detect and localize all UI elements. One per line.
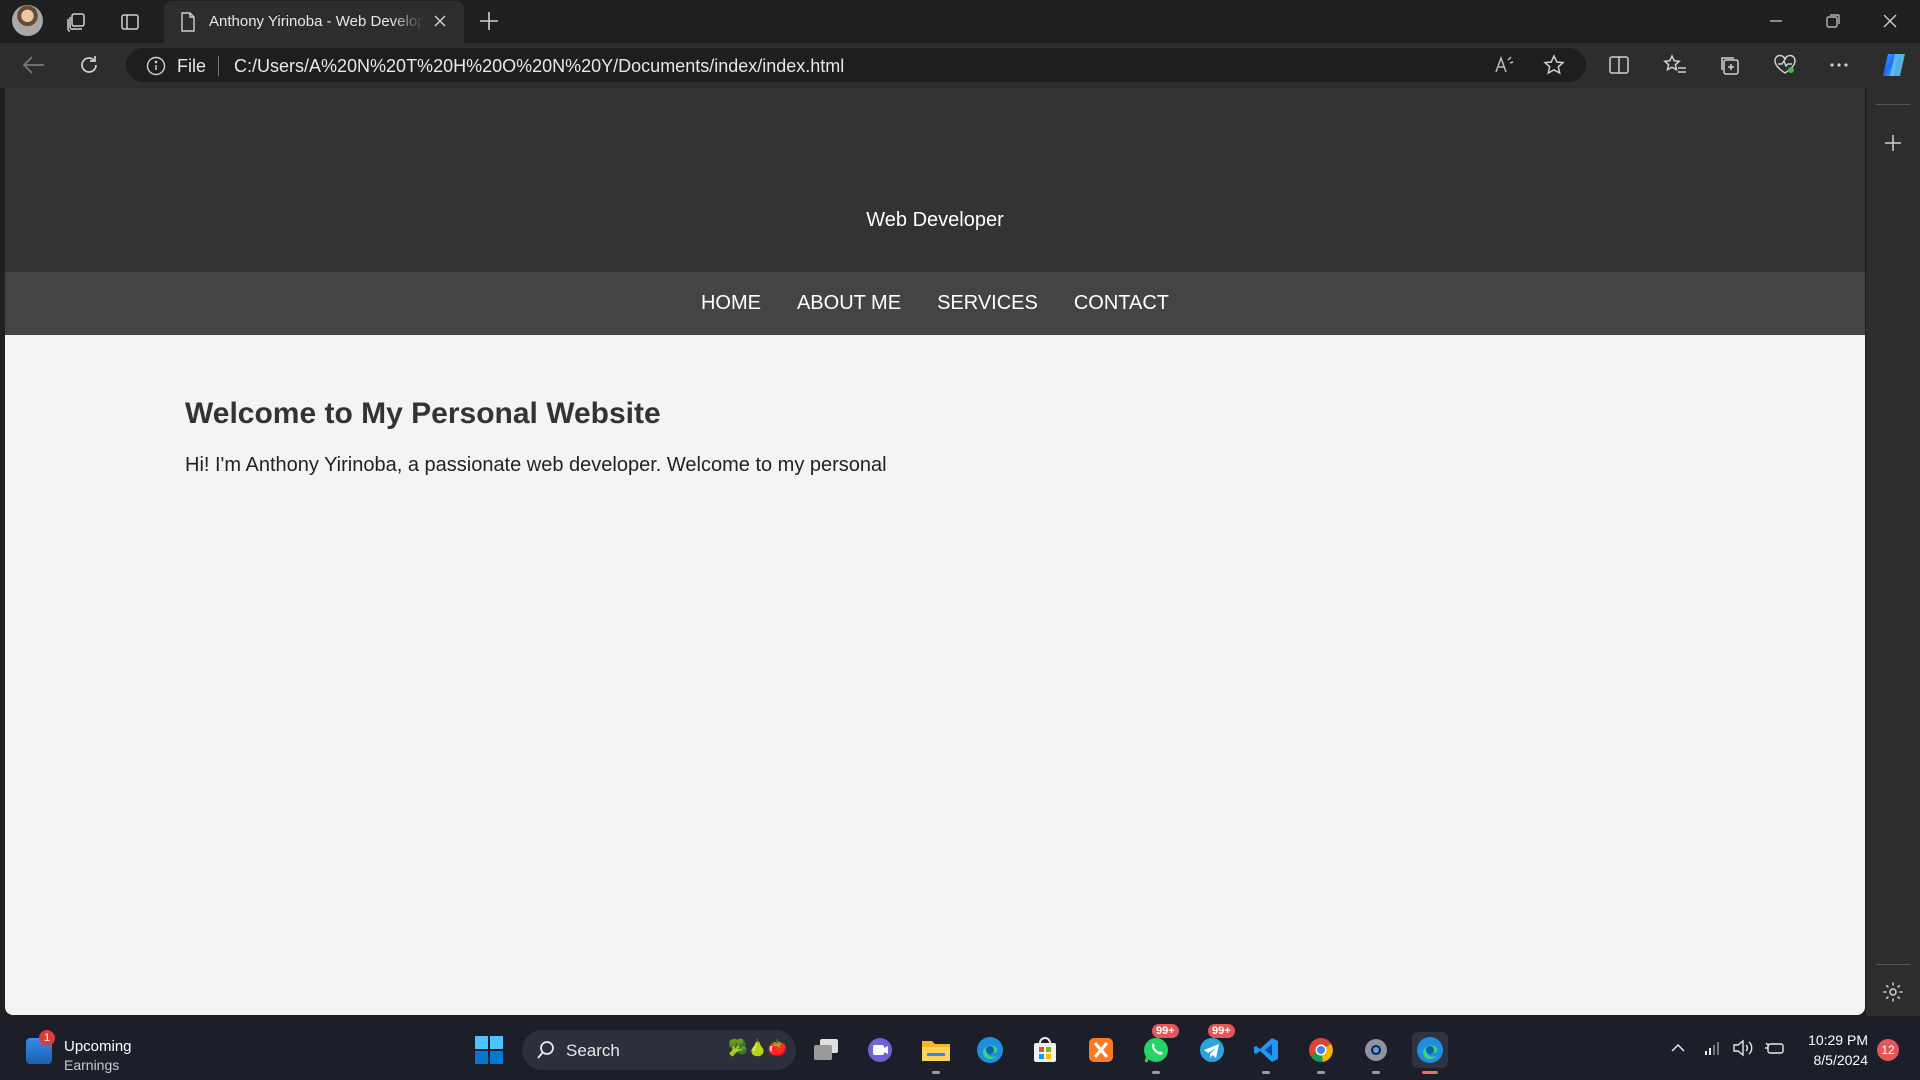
sidebar-settings-gear-icon[interactable]: [1882, 981, 1904, 1008]
task-view-icon[interactable]: [808, 1032, 844, 1068]
file-explorer-icon[interactable]: [918, 1032, 954, 1074]
more-options-icon[interactable]: [1828, 54, 1850, 81]
read-aloud-icon[interactable]: [1493, 54, 1515, 81]
workspaces-icon[interactable]: [62, 7, 92, 37]
nav-link-services[interactable]: SERVICES: [937, 272, 1038, 335]
copilot-icon[interactable]: [1879, 51, 1909, 84]
running-indicator: [1317, 1071, 1325, 1074]
browser-tab-active[interactable]: Anthony Yirinoba - Web Developer: [164, 1, 464, 43]
nav-link-contact[interactable]: CONTACT: [1074, 272, 1169, 335]
whatsapp-icon[interactable]: 99+: [1138, 1024, 1179, 1074]
favorite-star-icon[interactable]: [1543, 54, 1565, 81]
active-indicator: [1422, 1071, 1438, 1074]
url-text[interactable]: C:/Users/A%20N%20T%20H%20O%20N%20Y/Docum…: [234, 56, 844, 77]
earnings-widget[interactable]: 1 Upcoming Earnings: [26, 1030, 156, 1073]
telegram-unread-badge: 99+: [1208, 1024, 1235, 1038]
favorites-list-icon[interactable]: [1663, 54, 1687, 81]
close-window-icon[interactable]: [1870, 8, 1910, 34]
running-indicator: [1262, 1071, 1270, 1074]
widget-line2: Earnings: [64, 1057, 120, 1073]
vertical-tabs-icon[interactable]: [115, 7, 145, 37]
site-nav: HOME ABOUT ME SERVICES CONTACT: [5, 272, 1865, 335]
search-highlight-icon: 🥦🍐🍅: [728, 1040, 788, 1057]
info-icon[interactable]: [146, 56, 166, 81]
widget-badge: 1: [39, 1030, 55, 1046]
split-screen-icon[interactable]: [1608, 54, 1630, 81]
nav-link-about-me[interactable]: ABOUT ME: [797, 272, 901, 335]
chevron-up-icon[interactable]: [1669, 1039, 1687, 1062]
browser-titlebar: Anthony Yirinoba - Web Developer: [0, 0, 1920, 43]
running-indicator: [1372, 1071, 1380, 1074]
site-subtitle: Web Developer: [866, 209, 1004, 231]
network-signal-icon[interactable]: [1703, 1039, 1721, 1062]
running-indicator: [1152, 1071, 1160, 1074]
profile-avatar[interactable]: [12, 5, 43, 36]
close-tab-icon[interactable]: [432, 13, 448, 34]
notification-count-badge[interactable]: 12: [1877, 1039, 1899, 1061]
welcome-paragraph: Hi! I'm Anthony Yirinoba, a passionate w…: [185, 454, 887, 476]
address-bar[interactable]: File C:/Users/A%20N%20T%20H%20O%20N%20Y/…: [126, 48, 1586, 82]
sidebar-divider: [1876, 964, 1910, 965]
battery-icon[interactable]: [1763, 1039, 1785, 1062]
search-label: Search: [566, 1041, 620, 1060]
whatsapp-unread-badge: 99+: [1152, 1024, 1179, 1038]
restore-icon[interactable]: [1813, 8, 1853, 34]
minimize-icon[interactable]: [1756, 8, 1796, 34]
edge-sidebar: [1866, 88, 1920, 1016]
windows-taskbar: 1 Upcoming Earnings Search 🥦🍐🍅 99+ 99+ 1…: [0, 1020, 1920, 1080]
browser-essentials-icon[interactable]: [1773, 54, 1797, 81]
system-clock[interactable]: 10:29 PM 8/5/2024: [1800, 1030, 1868, 1070]
add-sidebar-app-icon[interactable]: [1882, 132, 1904, 159]
browser-toolbar: File C:/Users/A%20N%20T%20H%20O%20N%20Y/…: [0, 43, 1920, 88]
welcome-heading: Welcome to My Personal Website: [185, 397, 661, 430]
address-separator: [218, 56, 219, 76]
collections-icon[interactable]: [1718, 54, 1740, 81]
telegram-icon[interactable]: 99+: [1194, 1024, 1235, 1068]
back-arrow-icon[interactable]: [22, 54, 46, 81]
teams-chat-icon[interactable]: [862, 1032, 898, 1068]
clock-date: 8/5/2024: [1813, 1052, 1869, 1068]
xampp-icon[interactable]: [1083, 1032, 1119, 1068]
nav-link-home[interactable]: HOME: [701, 272, 761, 335]
tab-title: Anthony Yirinoba - Web Developer: [209, 13, 424, 30]
new-tab-icon[interactable]: [476, 8, 502, 39]
search-icon: [536, 1040, 556, 1065]
clock-time: 10:29 PM: [1808, 1032, 1868, 1048]
running-indicator: [932, 1071, 940, 1074]
taskbar-search[interactable]: Search 🥦🍐🍅: [522, 1030, 796, 1070]
refresh-icon[interactable]: [78, 54, 100, 81]
document-icon: [180, 12, 196, 37]
site-header: Web Developer: [5, 88, 1865, 272]
volume-icon[interactable]: [1732, 1039, 1754, 1062]
widget-line1: Upcoming: [64, 1038, 132, 1055]
windows-start-icon[interactable]: [471, 1032, 507, 1068]
settings-gear-icon[interactable]: [1358, 1032, 1394, 1074]
sidebar-divider: [1876, 104, 1910, 105]
edge-running-icon[interactable]: [1412, 1032, 1448, 1074]
microsoft-store-icon[interactable]: [1027, 1032, 1063, 1068]
edge-pinned-icon[interactable]: [972, 1032, 1008, 1068]
page-viewport: Web Developer HOME ABOUT ME SERVICES CONTAC…: [5, 88, 1865, 1015]
vscode-icon[interactable]: [1248, 1032, 1284, 1074]
chrome-icon[interactable]: [1303, 1032, 1339, 1074]
scheme-label: File: [177, 56, 207, 76]
